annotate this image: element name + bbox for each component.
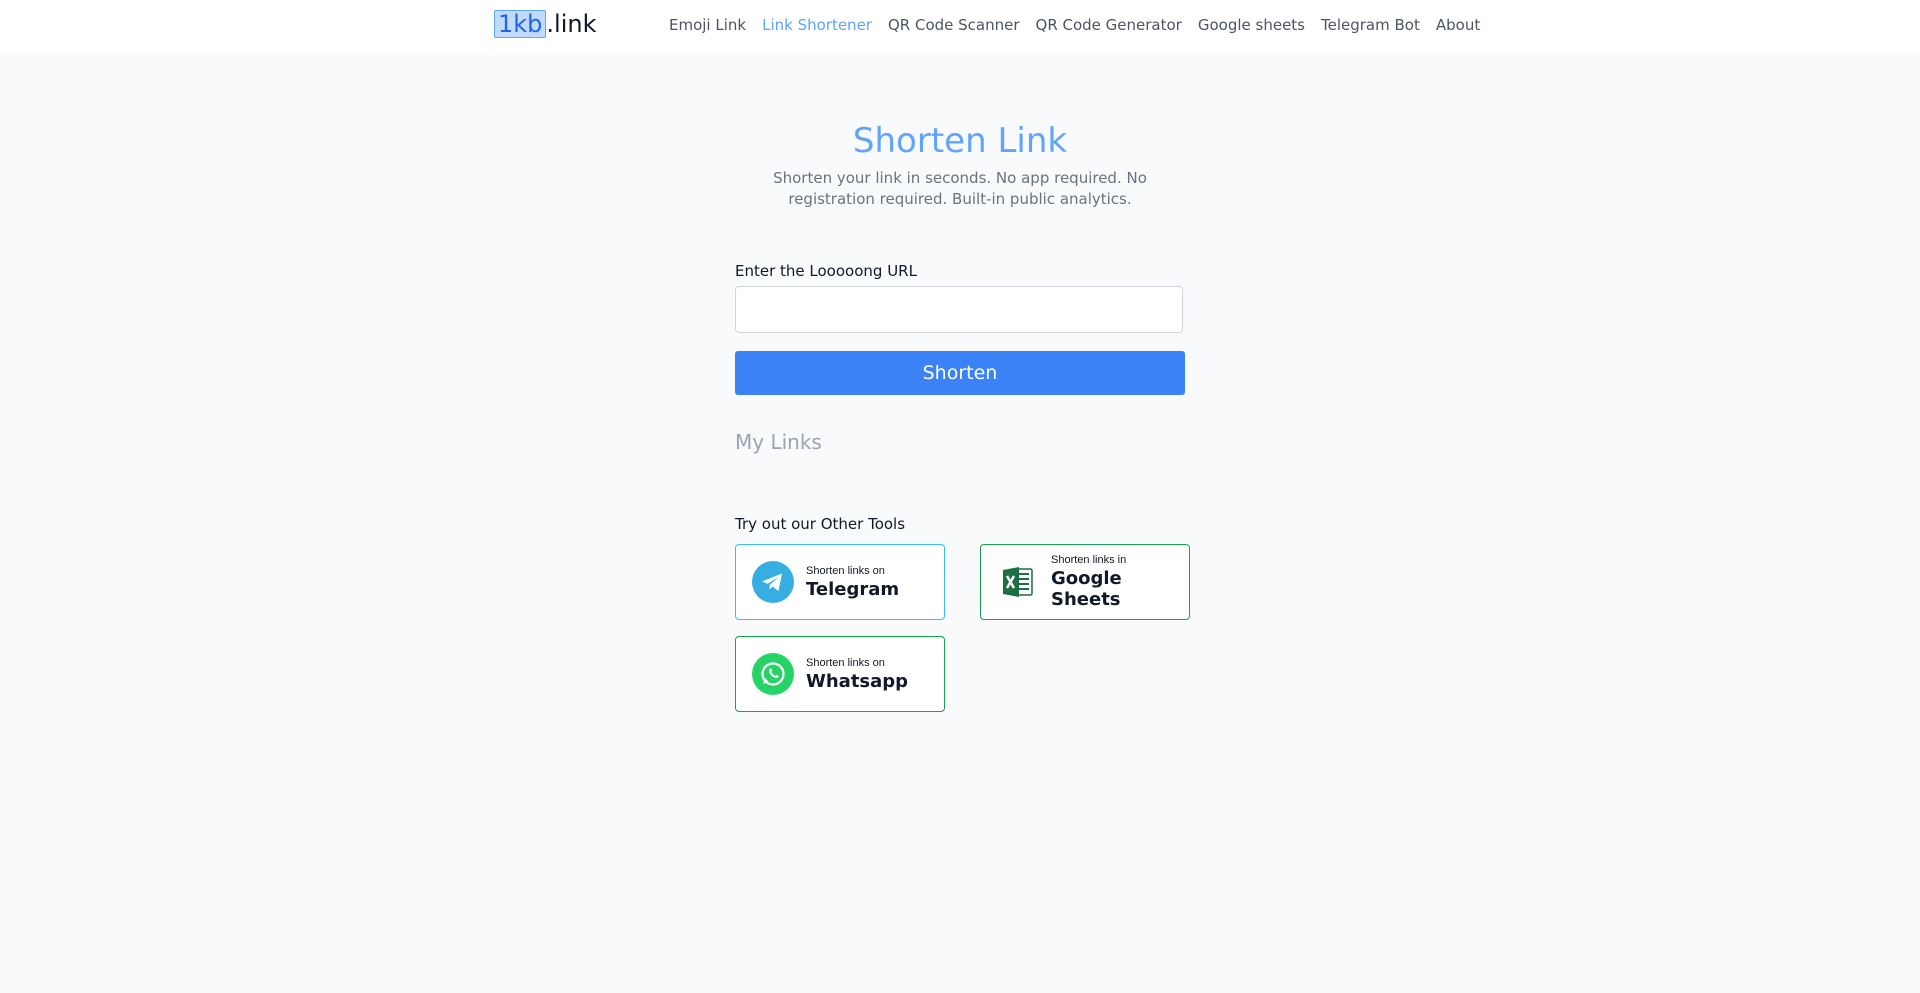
site-logo[interactable]: 1kb .link	[494, 10, 596, 38]
nav-link-shortener[interactable]: Link Shortener	[762, 16, 872, 34]
logo-suffix: .link	[546, 10, 597, 38]
telegram-icon	[752, 561, 794, 603]
excel-icon	[1003, 567, 1033, 597]
whatsapp-tool-card[interactable]: Shorten links on Whatsapp	[735, 636, 945, 712]
main-content: Shorten Link Shorten your link in second…	[0, 55, 1920, 993]
nav-telegram-bot[interactable]: Telegram Bot	[1321, 16, 1420, 34]
my-links-heading: My Links	[735, 430, 822, 454]
nav-emoji-link[interactable]: Emoji Link	[669, 16, 746, 34]
nav-about[interactable]: About	[1436, 16, 1480, 34]
top-header: 1kb .link Emoji Link Link Shortener QR Co…	[0, 0, 1920, 55]
nav-qr-code-generator[interactable]: QR Code Generator	[1036, 16, 1182, 34]
whatsapp-tool-title: Whatsapp	[806, 670, 909, 692]
nav-qr-code-scanner[interactable]: QR Code Scanner	[888, 16, 1020, 34]
whatsapp-icon	[752, 653, 794, 695]
other-tools-heading: Try out our Other Tools	[735, 515, 906, 533]
page-title: Shorten Link	[852, 121, 1068, 161]
url-label: Enter the Looooong URL	[735, 262, 917, 280]
telegram-tool-title: Telegram	[806, 578, 900, 600]
google-sheets-tool-title: Google Sheets	[1051, 568, 1122, 610]
main-nav: Emoji Link Link Shortener QR Code Scanne…	[669, 16, 1480, 34]
google-sheets-tool-caption: Shorten links in	[1051, 554, 1127, 566]
shorten-button[interactable]: Shorten	[735, 351, 1185, 395]
nav-google-sheets[interactable]: Google sheets	[1198, 16, 1305, 34]
telegram-tool-card[interactable]: Shorten links on Telegram	[735, 544, 945, 620]
telegram-tool-caption: Shorten links on	[806, 564, 885, 577]
page-subtitle: Shorten your link in seconds. No app req…	[773, 169, 1147, 208]
logo-prefix: 1kb	[494, 10, 547, 38]
whatsapp-tool-caption: Shorten links on	[806, 656, 885, 669]
google-sheets-tool-card[interactable]: Shorten links in Google Sheets	[980, 544, 1190, 620]
url-input[interactable]	[735, 286, 1183, 333]
